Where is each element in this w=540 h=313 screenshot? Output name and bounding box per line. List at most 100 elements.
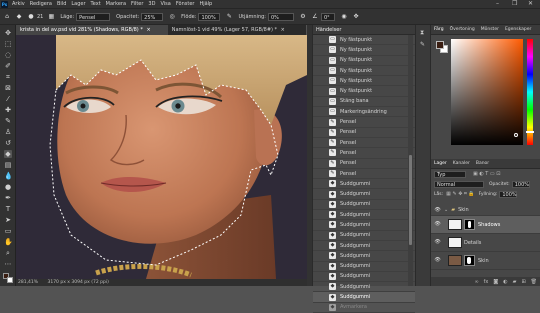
crop-tool-icon[interactable]: ⌗ [4, 73, 12, 81]
history-item[interactable]: ▭ Ny fästpunkt [313, 45, 415, 56]
zoom-tool-icon[interactable]: ⌕ [4, 249, 12, 257]
layer-mask-thumbnail[interactable] [464, 219, 475, 230]
history-item[interactable]: ◆ Suddgummi [313, 272, 415, 283]
history-item[interactable]: ✎ Pensel [313, 169, 415, 180]
history-item[interactable]: ▭ Ny fästpunkt [313, 35, 415, 46]
background-color-swatch[interactable] [7, 277, 13, 283]
mode-select[interactable]: Pensel [76, 12, 111, 21]
hue-slider-handle[interactable] [526, 131, 534, 133]
history-item[interactable]: ✎ Pensel [313, 138, 415, 149]
link-layers-icon[interactable]: ∞ [474, 279, 478, 285]
home-icon[interactable]: ⌂ [3, 13, 11, 21]
menu-fonster[interactable]: Fönster [176, 1, 195, 7]
new-layer-icon[interactable]: ⊞ [521, 279, 525, 285]
healing-tool-icon[interactable]: ✚ [4, 106, 12, 114]
layer-row-group[interactable]: 👁 ⌄ ▰ Skin [431, 205, 540, 216]
add-mask-icon[interactable]: ◙ [493, 279, 498, 285]
menu-filter[interactable]: Filter [131, 1, 143, 7]
canvas-area[interactable] [16, 35, 307, 279]
history-item[interactable]: ▭ Stäng bana [313, 97, 415, 108]
history-item[interactable]: ✎ Pensel [313, 128, 415, 138]
quick-select-tool-icon[interactable]: ✐ [4, 62, 12, 70]
type-tool-icon[interactable]: T [4, 205, 12, 213]
history-item[interactable]: ◆ Suddgummi [313, 179, 415, 190]
tab-color[interactable]: Färg [431, 27, 447, 32]
layer-row-skin[interactable]: 👁 Skin [431, 252, 540, 270]
eraser-tool-preset-icon[interactable]: ◆ [15, 13, 23, 21]
color-foreground-front[interactable] [436, 41, 444, 49]
history-item[interactable]: ▭ Ny fästpunkt [313, 56, 415, 66]
symmetry-icon[interactable]: ✥ [352, 13, 360, 21]
eraser-tool-icon[interactable]: ◆ [4, 150, 12, 158]
history-item[interactable]: ▭ Markeringsändring [313, 107, 415, 118]
hand-tool-icon[interactable]: ✋ [4, 238, 13, 246]
opacity-input[interactable]: 25% [141, 12, 164, 21]
tab-document-1-close-icon[interactable]: × [146, 27, 150, 33]
dodge-tool-icon[interactable]: ● [4, 183, 12, 191]
history-brush-tool-icon[interactable]: ↺ [4, 139, 12, 147]
brush-tool-icon[interactable]: ✎ [4, 117, 12, 125]
layer-row-shadows[interactable]: 👁 Shadows [431, 216, 540, 234]
lasso-tool-icon[interactable]: ◌ [4, 51, 12, 59]
blend-mode-select[interactable]: Normal [434, 180, 484, 188]
history-item[interactable]: ◆ Suddgummi [313, 189, 415, 200]
new-group-icon[interactable]: ▰ [513, 279, 517, 285]
tab-channels[interactable]: Kanaler [450, 161, 473, 166]
angle-icon[interactable]: ∠ [311, 13, 319, 21]
menu-bild[interactable]: Bild [57, 1, 66, 7]
history-panel-icon[interactable]: ⧗ [420, 29, 427, 36]
tab-document-1[interactable]: krista in del av.psd vid 281% (Shadows, … [16, 25, 168, 35]
visibility-eye-icon[interactable]: 👁 [434, 239, 441, 246]
layer-filter-select[interactable]: Typ [434, 170, 466, 178]
layer-filter-icons[interactable]: ▣ ◐ T ▭ ⊡ [473, 171, 500, 177]
tab-gradient[interactable]: Övertoning [447, 27, 478, 32]
adjustment-layer-icon[interactable]: ◐ [503, 279, 507, 285]
flow-input[interactable]: 100% [198, 12, 221, 21]
menu-markera[interactable]: Markera [106, 1, 126, 7]
lock-icons[interactable]: ▦ ✎ ✥ ⌗ 🔒 [446, 191, 475, 197]
layer-row-details[interactable]: 👁 Details [431, 234, 540, 252]
fill-input[interactable]: 100% [499, 190, 518, 198]
minimize-button[interactable]: – [496, 0, 499, 7]
tab-layers[interactable]: Lager [431, 161, 450, 166]
menu-text[interactable]: Text [91, 1, 101, 7]
blur-tool-icon[interactable]: 💧 [4, 172, 13, 180]
menu-3d[interactable]: 3D [148, 1, 155, 7]
angle-input[interactable]: 0° [320, 12, 335, 21]
visibility-eye-icon[interactable]: 👁 [434, 257, 441, 264]
menu-redigera[interactable]: Redigera [30, 1, 52, 7]
visibility-eye-icon[interactable]: 👁 [434, 207, 441, 214]
brush-settings-icon[interactable]: ▦ [47, 13, 55, 21]
history-item[interactable]: ◆ Suddgummi [313, 292, 415, 303]
history-item[interactable]: ◆ Suddgummi [313, 200, 415, 211]
tab-properties[interactable]: Egenskaper [502, 27, 534, 32]
eyedropper-tool-icon[interactable]: ⁄ [4, 95, 12, 103]
history-scrollbar[interactable] [408, 35, 413, 286]
frame-tool-icon[interactable]: ⊠ [4, 84, 12, 92]
history-item[interactable]: ◆ Suddgummi [313, 241, 415, 252]
color-picker-field[interactable] [451, 39, 523, 145]
history-item[interactable]: ▭ Ny fästpunkt [313, 76, 415, 87]
tab-paths[interactable]: Banor [473, 161, 492, 166]
tab-document-2[interactable]: Namnlöst-1 vid 49% (Lager 57, RGB/8#) * … [168, 25, 306, 35]
history-item[interactable]: ◆ Suddgummi [313, 262, 415, 272]
smoothing-input[interactable]: 0% [267, 12, 294, 21]
restore-button[interactable]: ❐ [512, 0, 517, 7]
path-select-tool-icon[interactable]: ➤ [4, 216, 12, 224]
airbrush-icon[interactable]: ✎ [225, 13, 233, 21]
smoothing-settings-icon[interactable]: ⚙ [299, 13, 307, 21]
history-item[interactable]: ◆ Avmarkera [313, 303, 415, 313]
brush-preview-icon[interactable]: ● [27, 13, 35, 21]
history-item[interactable]: ▭ Ny fästpunkt [313, 66, 415, 77]
menu-lager[interactable]: Lager [71, 1, 85, 7]
gradient-tool-icon[interactable]: ▤ [4, 161, 12, 169]
move-tool-icon[interactable]: ✥ [4, 29, 12, 37]
history-item[interactable]: ◆ Suddgummi [313, 282, 415, 293]
history-item[interactable]: ◆ Suddgummi [313, 251, 415, 262]
menu-hjalp[interactable]: Hjälp [199, 1, 212, 7]
history-item[interactable]: ◆ Suddgummi [313, 220, 415, 231]
history-item[interactable]: ◆ Suddgummi [313, 210, 415, 221]
shape-tool-icon[interactable]: ▭ [4, 227, 12, 235]
stamp-tool-icon[interactable]: ♙ [4, 128, 12, 136]
history-item[interactable]: ◆ Suddgummi [313, 231, 415, 241]
